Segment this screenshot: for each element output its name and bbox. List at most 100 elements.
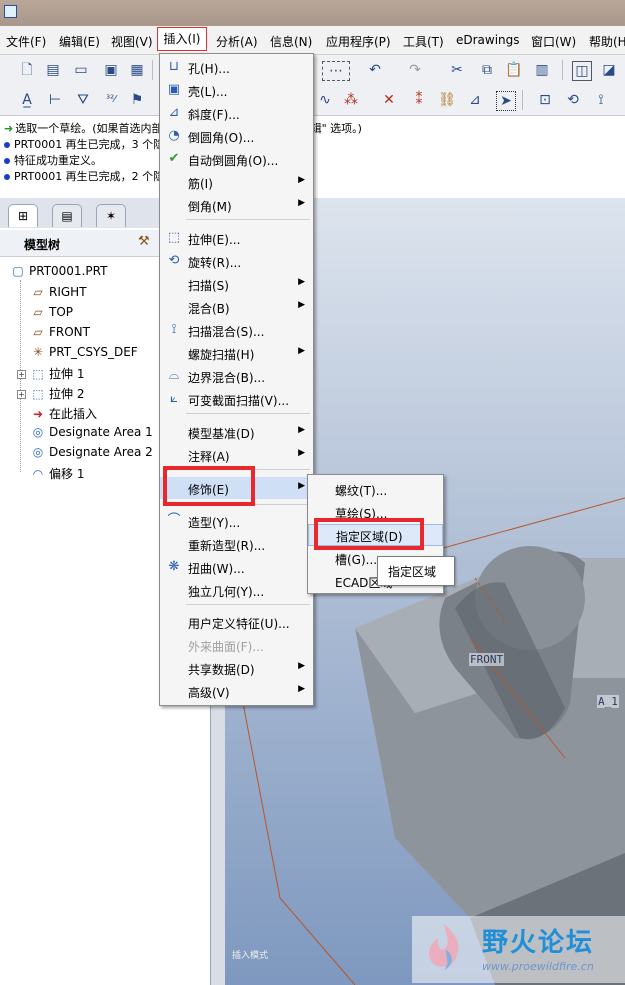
- hole-icon: ⊔: [168, 59, 180, 74]
- menu-item-blend[interactable]: 混合(B) ▶: [160, 296, 313, 318]
- submenu-arrow-icon: ▶: [298, 448, 305, 458]
- tree-item[interactable]: ◎ Designate Area 2: [30, 445, 153, 459]
- select-box-icon[interactable]: ⋯: [322, 61, 350, 81]
- paste-special-icon[interactable]: ▥: [533, 61, 551, 79]
- paste-icon[interactable]: 📋: [505, 61, 523, 79]
- redo-icon[interactable]: ↷: [406, 61, 424, 79]
- submenu-arrow-icon: ▶: [298, 425, 305, 435]
- swept-blend-icon: ⟟: [171, 322, 177, 337]
- extrude-tool-icon[interactable]: ⊡: [536, 91, 554, 109]
- tree-item[interactable]: ▱ TOP: [30, 305, 73, 319]
- menu-item-extrude[interactable]: ⬚ 拉伸(E)...: [160, 227, 313, 249]
- warp-icon: ❋: [168, 559, 180, 574]
- open-folder-icon[interactable]: ▭: [72, 61, 90, 79]
- submenu-arrow-icon: ▶: [298, 300, 305, 310]
- new-file-icon[interactable]: 🗋: [18, 61, 36, 79]
- boundary-blend-icon: ⌓: [168, 368, 180, 383]
- menu-window[interactable]: 窗口(W): [531, 33, 576, 50]
- expand-toggle[interactable]: +: [17, 370, 26, 379]
- menu-separator: [186, 219, 310, 220]
- menu-item-restyle[interactable]: 重新造型(R)...: [160, 533, 313, 555]
- display-style-icon[interactable]: ◫: [572, 61, 592, 81]
- menu-item-sweep[interactable]: 扫描(S) ▶: [160, 273, 313, 295]
- menu-item-revolve[interactable]: ⟲ 旋转(R)...: [160, 250, 313, 272]
- menu-item-helical-sweep[interactable]: 螺旋扫描(H) ▶: [160, 342, 313, 364]
- menu-item-shell[interactable]: ▣ 壳(L)...: [160, 79, 313, 101]
- curve-icon[interactable]: ∿: [316, 91, 334, 109]
- menu-separator: [186, 604, 310, 605]
- revolve-tool-icon[interactable]: ⟲: [564, 91, 582, 109]
- menu-item-independent-geometry[interactable]: 独立几何(Y)...: [160, 579, 313, 601]
- menu-item-swept-blend[interactable]: ⟟ 扫描混合(S)...: [160, 319, 313, 341]
- flag-icon[interactable]: ⚑: [128, 91, 146, 109]
- submenu-item-thread[interactable]: 螺纹(T)...: [308, 478, 443, 500]
- menu-item-advanced[interactable]: 高级(V) ▶: [160, 680, 313, 702]
- menu-applications[interactable]: 应用程序(P): [326, 33, 391, 50]
- menu-item-rib[interactable]: 筋(I) ▶: [160, 171, 313, 193]
- insert-menu: ⊔ 孔(H)... ▣ 壳(L)... ⊿ 斜度(F)... ◔ 倒圆角(O)... ✔…: [159, 53, 314, 706]
- menu-item-chamfer[interactable]: 倒角(M) ▶: [160, 194, 313, 216]
- tree-item[interactable]: ◎ Designate Area 1: [30, 425, 153, 439]
- save-icon[interactable]: ▣: [102, 61, 120, 79]
- datum-point-icon[interactable]: ⁑: [410, 91, 428, 109]
- menu-info[interactable]: 信息(N): [270, 33, 312, 50]
- view-orient-icon[interactable]: ◪: [600, 61, 618, 79]
- tree-item[interactable]: ⬚ 拉伸 2: [30, 385, 84, 402]
- menu-item-warp[interactable]: ❋ 扭曲(W)...: [160, 556, 313, 578]
- dimension-icon[interactable]: ⊢: [46, 91, 64, 109]
- tree-item[interactable]: ▱ FRONT: [30, 325, 90, 339]
- graph-icon[interactable]: ⊿: [466, 91, 484, 109]
- tree-item[interactable]: ⬚ 拉伸 1: [30, 365, 84, 382]
- annotation-icon[interactable]: ⛛: [74, 91, 92, 109]
- cut-icon[interactable]: ✂: [448, 61, 466, 79]
- open-file-icon[interactable]: ▤: [44, 61, 62, 79]
- menu-edrawings[interactable]: eDrawings: [456, 33, 520, 47]
- menu-help[interactable]: 帮助(H): [589, 33, 625, 50]
- select-arrow-icon[interactable]: ➤: [496, 91, 516, 111]
- menu-item-style[interactable]: ⌒ 造型(Y)...: [160, 510, 313, 532]
- menu-file[interactable]: 文件(F): [6, 33, 46, 50]
- menu-item-udf[interactable]: 用户定义特征(U)...: [160, 611, 313, 633]
- tree-item[interactable]: ◠ 偏移 1: [30, 465, 85, 482]
- chain-icon[interactable]: ⛓: [438, 91, 456, 109]
- menu-item-hole[interactable]: ⊔ 孔(H)...: [160, 56, 313, 78]
- text-style-icon[interactable]: A̲: [18, 91, 36, 109]
- csys-point-icon[interactable]: ✕: [380, 91, 398, 109]
- tab-folder-browser[interactable]: ▤: [52, 204, 82, 227]
- point-icon[interactable]: ⁂: [342, 91, 360, 109]
- tree-item[interactable]: ▱ RIGHT: [30, 285, 86, 299]
- expand-toggle[interactable]: +: [17, 390, 26, 399]
- tree-root[interactable]: ▢ PRT0001.PRT: [10, 264, 107, 278]
- menu-tools[interactable]: 工具(T): [403, 33, 444, 50]
- menu-edit[interactable]: 编辑(E): [59, 33, 100, 50]
- menu-item-auto-round[interactable]: ✔ 自动倒圆角(O)...: [160, 148, 313, 170]
- sweep-tool-icon[interactable]: ⟟: [592, 91, 610, 109]
- tab-favorites[interactable]: ✶: [96, 204, 126, 227]
- menu-item-draft[interactable]: ⊿ 斜度(F)...: [160, 102, 313, 124]
- copy-icon[interactable]: ⧉: [478, 61, 496, 79]
- undo-icon[interactable]: ↶: [366, 61, 384, 79]
- tree-item[interactable]: ✳ PRT_CSYS_DEF: [30, 345, 138, 359]
- submenu-arrow-icon: ▶: [298, 198, 305, 208]
- decimal-icon[interactable]: ³²⁄: [102, 91, 120, 109]
- save-copy-icon[interactable]: ▦: [128, 61, 146, 79]
- insert-here-arrow-icon: ➜: [32, 407, 44, 421]
- menu-item-boundary-blend[interactable]: ⌓ 边界混合(B)...: [160, 365, 313, 387]
- submenu-arrow-icon: ▶: [298, 481, 305, 491]
- menu-analysis[interactable]: 分析(A): [216, 33, 258, 50]
- menu-item-variable-sweep[interactable]: ⟀ 可变截面扫描(V)...: [160, 388, 313, 410]
- style-icon: ⌒: [167, 513, 181, 528]
- tree-item[interactable]: ➜ 在此插入: [30, 405, 97, 422]
- app-icon: [4, 5, 17, 18]
- submenu-arrow-icon: ▶: [298, 346, 305, 356]
- tree-settings-icon[interactable]: ⚒: [138, 234, 150, 249]
- menu-item-model-datum[interactable]: 模型基准(D) ▶: [160, 421, 313, 443]
- round-icon: ◔: [168, 128, 180, 143]
- tab-model-tree[interactable]: ⊞: [8, 204, 38, 227]
- menu-item-round[interactable]: ◔ 倒圆角(O)...: [160, 125, 313, 147]
- menu-view[interactable]: 视图(V): [111, 33, 153, 50]
- menu-item-annotation[interactable]: 注释(A) ▶: [160, 444, 313, 466]
- auto-round-icon: ✔: [168, 151, 180, 166]
- menu-insert[interactable]: 插入(I): [157, 27, 207, 51]
- menu-item-shared-data[interactable]: 共享数据(D) ▶: [160, 657, 313, 679]
